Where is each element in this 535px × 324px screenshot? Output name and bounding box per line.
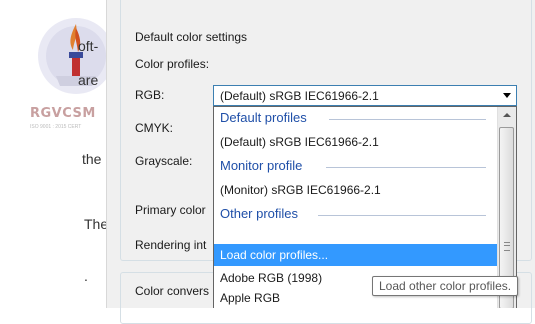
list-group-header-label: Monitor profile — [220, 158, 303, 173]
primary-color-label: Primary color — [135, 203, 206, 217]
divider — [329, 119, 486, 120]
background-document: RGVCSM ISO 9001 : 2015 CERT oft- are the… — [0, 0, 114, 308]
cmyk-label: CMYK: — [135, 121, 174, 135]
tooltip: Load other color profiles. — [372, 276, 519, 296]
section-title: Default color settings — [135, 30, 248, 44]
list-item-label: Adobe RGB (1998) — [220, 271, 323, 285]
list-item-label: (Default) sRGB IEC61966-2.1 — [220, 135, 379, 149]
list-item-monitor-srgb[interactable]: (Monitor) sRGB IEC61966-2.1 — [214, 179, 498, 202]
list-group-header-other: Other profiles — [214, 203, 498, 226]
color-conversion-label: Color convers — [135, 284, 210, 298]
divider — [318, 215, 486, 216]
logo-subtext: ISO 9001 : 2015 CERT — [30, 124, 82, 130]
scroll-up-arrow-icon[interactable] — [503, 113, 511, 117]
rgb-profile-value: (Default) sRGB IEC61966-2.1 — [220, 89, 379, 103]
rendering-intent-label: Rendering int — [135, 238, 207, 252]
logo-text: RGVCSM — [30, 106, 96, 121]
list-group-header-label: Default profiles — [220, 110, 307, 125]
divider — [326, 167, 486, 168]
rgb-label: RGB: — [135, 88, 165, 102]
list-item-label: Apple RGB — [220, 291, 281, 305]
list-group-header-default: Default profiles — [214, 107, 498, 130]
list-item-default-srgb[interactable]: (Default) sRGB IEC61966-2.1 — [214, 131, 498, 154]
bg-text-fragment: The — [84, 216, 109, 232]
list-group-header-monitor: Monitor profile — [214, 155, 498, 178]
list-item-label: Load color profiles... — [220, 248, 329, 262]
list-item-load-color-profiles[interactable]: Load color profiles... — [214, 244, 498, 266]
bg-text-fragment: . — [84, 268, 88, 284]
grip-icon — [504, 242, 510, 251]
bg-text-fragment: are — [78, 72, 99, 88]
grayscale-label: Grayscale: — [135, 154, 193, 168]
bg-text-fragment: oft- — [78, 38, 99, 54]
list-item-label: (Monitor) sRGB IEC61966-2.1 — [220, 183, 381, 197]
chevron-down-icon[interactable] — [503, 93, 511, 98]
bg-text-fragment: the — [82, 151, 102, 167]
list-group-header-label: Other profiles — [220, 206, 299, 221]
rgb-profile-select[interactable]: (Default) sRGB IEC61966-2.1 — [213, 85, 517, 106]
color-profiles-label: Color profiles: — [135, 57, 210, 71]
